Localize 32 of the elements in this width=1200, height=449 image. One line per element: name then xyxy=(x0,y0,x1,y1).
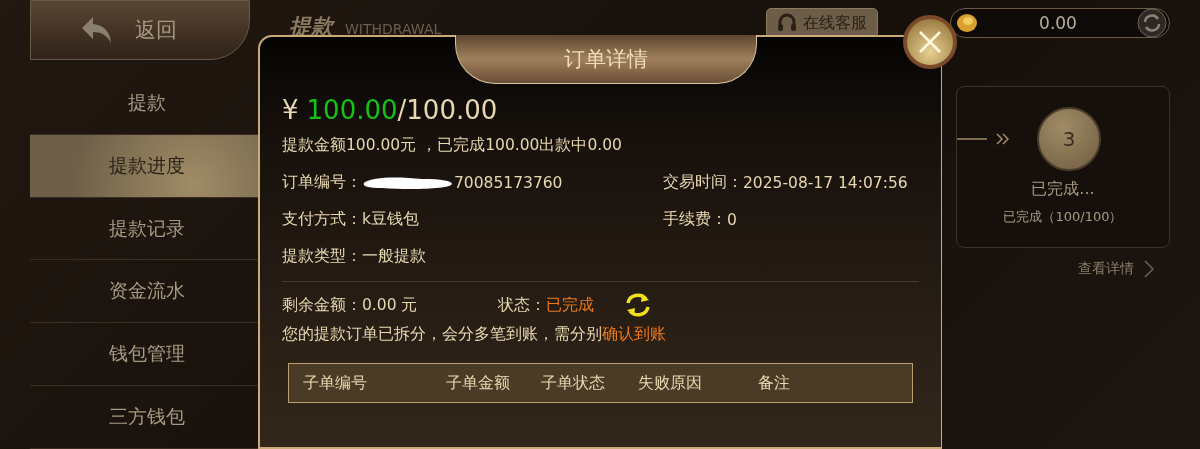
confirm-receipt-link[interactable]: 确认到账 xyxy=(602,325,666,343)
refresh-icon[interactable] xyxy=(624,292,652,318)
split-notice: 您的提款订单已拆分，会分多笔到账，需分别确认到账 xyxy=(282,324,667,345)
status-value: 已完成 xyxy=(546,294,594,316)
order-field: 手续费：0 xyxy=(663,209,919,230)
back-button[interactable]: 返回 xyxy=(30,0,250,60)
close-icon xyxy=(918,30,942,54)
refresh-icon[interactable] xyxy=(1137,8,1167,38)
chevron-right-icon xyxy=(1144,260,1154,278)
amount-summary: 提款金额100.00元 ，已完成100.00出款中0.00 xyxy=(282,135,623,156)
column-header: 子单编号 xyxy=(303,372,368,394)
column-header: 失败原因 xyxy=(638,372,703,394)
coin-icon xyxy=(955,11,979,35)
order-field: 提款类型：一般提款 xyxy=(282,246,663,267)
column-header: 备注 xyxy=(758,372,791,394)
order-field: 交易时间：2025-08-17 14:07:56 xyxy=(663,172,919,193)
step-status: 已完成... xyxy=(1031,179,1095,200)
column-header: 子单状态 xyxy=(541,372,606,394)
view-details-link[interactable]: 查看详情 xyxy=(1078,260,1154,278)
step-detail: 已完成（100/100） xyxy=(1003,208,1123,226)
headset-icon xyxy=(777,13,797,33)
dialog-title: 订单详情 xyxy=(455,35,757,84)
remaining-amount: 剩余金额：0.00 元 xyxy=(282,294,419,316)
status-label: 状态： xyxy=(498,294,546,316)
order-field: 支付方式：k豆钱包 xyxy=(282,209,663,230)
close-button[interactable] xyxy=(903,15,957,69)
balance-amount: 0.00 xyxy=(1039,13,1077,33)
order-field: 订单编号： 70085173760 xyxy=(282,172,663,193)
step-circle: 3 xyxy=(1037,107,1101,171)
order-amount: ¥ 100.00/100.00 xyxy=(282,95,499,125)
column-header: 子单金额 xyxy=(446,372,511,394)
page-subtitle: WITHDRAWAL xyxy=(345,21,442,37)
